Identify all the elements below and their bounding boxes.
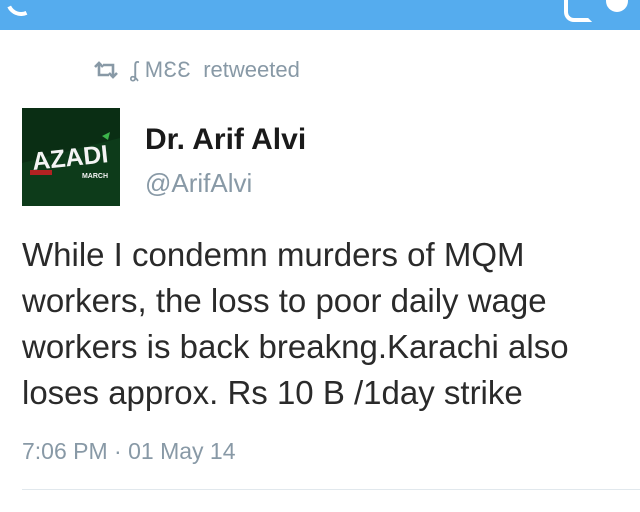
menu-icon[interactable] — [606, 0, 628, 12]
date-separator: · — [114, 438, 122, 464]
tweet-date: 01 May 14 — [128, 438, 236, 464]
avatar-logo-image: AZADI MARCH — [22, 108, 120, 206]
retweeter-name[interactable]: ʆ MƐƐ — [130, 57, 191, 83]
retweet-context: ʆ MƐƐ retweeted — [92, 56, 300, 84]
tweet-time: 7:06 PM — [22, 438, 108, 464]
back-icon[interactable] — [1, 0, 41, 21]
author-handle[interactable]: @ArifAlvi — [145, 167, 252, 199]
top-app-bar — [0, 0, 640, 30]
retweeted-label: retweeted — [203, 57, 300, 82]
svg-text:MARCH: MARCH — [82, 173, 108, 180]
avatar[interactable]: AZADI MARCH — [22, 108, 120, 206]
tweet-timestamp: 7:06 PM · 01 May 14 — [22, 436, 236, 466]
retweet-icon — [94, 61, 118, 79]
tweet-text: While I condemn murders of MQM workers, … — [22, 236, 569, 411]
author-name[interactable]: Dr. Arif Alvi — [145, 122, 306, 158]
divider — [22, 489, 640, 490]
search-icon[interactable] — [564, 0, 592, 22]
